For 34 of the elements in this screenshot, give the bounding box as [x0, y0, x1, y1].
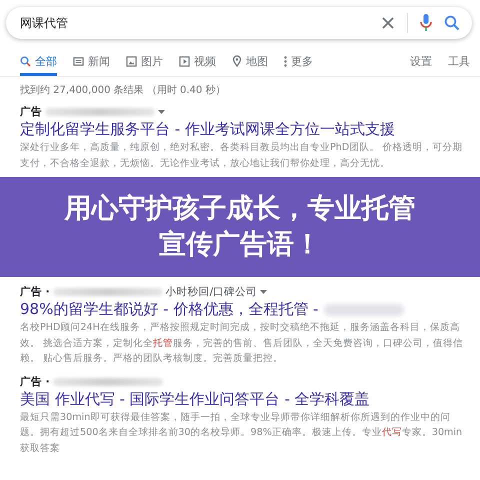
dropdown-icon[interactable]: [158, 110, 165, 114]
search-icon[interactable]: [444, 15, 460, 31]
search-tab[interactable]: 新闻: [73, 49, 110, 76]
result-count: 找到约 27,400,000 条结果 （用时 0.40 秒）: [19, 84, 226, 97]
search-field[interactable]: 网课代管: [6, 7, 472, 39]
more-icon: [284, 56, 287, 66]
newspaper-icon: [73, 56, 84, 66]
result-description: 深处行业多年，高质量，纯原创，绝对私密。各类科目教员均出自专业PhD团队。 价格透明，可分期支付，不合格全退款，无烦恼。无论作业考试，放心地让我们帮你处理，高分无忧。: [20, 141, 464, 170]
ad-label: 广告 ·: [20, 285, 50, 299]
result-title-link[interactable]: 定制化留学生服务平台 - 作业考试网课全方位一站式支援: [20, 119, 395, 140]
image-icon: [126, 56, 137, 66]
tools-link[interactable]: 设置: [410, 49, 432, 73]
result-description: 名校PHD顾问24H在线服务，严格按照规定时间完成，按时交稿绝不拖延，服务涵盖各科目，保质高效。 挑选合适方案，定制化全托管服务，完善的售前、售后团队，全天免费咨询，口碑公司，值得信赖。 贴心售后服务。严格的团队考核制度。完善质量把控。: [20, 321, 464, 366]
ad-label: 广告: [20, 105, 42, 119]
dropdown-icon[interactable]: [260, 290, 268, 294]
banner-slogan: 宣传广告语！: [159, 228, 321, 262]
tools-link[interactable]: 工具: [448, 49, 470, 73]
close-icon[interactable]: [381, 16, 395, 30]
search-tab[interactable]: 更多: [284, 49, 313, 76]
search-tab[interactable]: 地图: [232, 49, 268, 76]
search-tab[interactable]: 视频: [179, 49, 216, 76]
ad-url: 小时秒回/口碑公司: [166, 285, 258, 299]
banner-slogan: 用心守护孩子成长，专业托管: [64, 192, 416, 226]
result-description: 最短只需30min即可获得最佳答案，随手一拍，全球专业导师带你详细解析你所遇到的作业中的问题。拥有超过500名来自全球排名前30的名校导师。98%正确率。极速上传。专业代写专家。30min获取答案: [20, 410, 464, 456]
result-title-link[interactable]: 98%的留学生都说好 - 价格优惠，全程托管 -: [20, 299, 318, 320]
ad-label: 广告 ·: [20, 374, 50, 388]
search-icon: [20, 56, 31, 66]
result-title-link[interactable]: 美国 作业代写 - 国际学生作业问答平台 - 全学科覆盖: [20, 388, 370, 410]
search-tab[interactable]: 图片: [126, 49, 163, 76]
search-query: 网课代管: [20, 14, 69, 32]
search-tab[interactable]: 全部: [20, 49, 57, 76]
map-pin-icon: [232, 55, 242, 67]
play-icon: [179, 56, 190, 66]
microphone-icon[interactable]: [420, 14, 432, 32]
